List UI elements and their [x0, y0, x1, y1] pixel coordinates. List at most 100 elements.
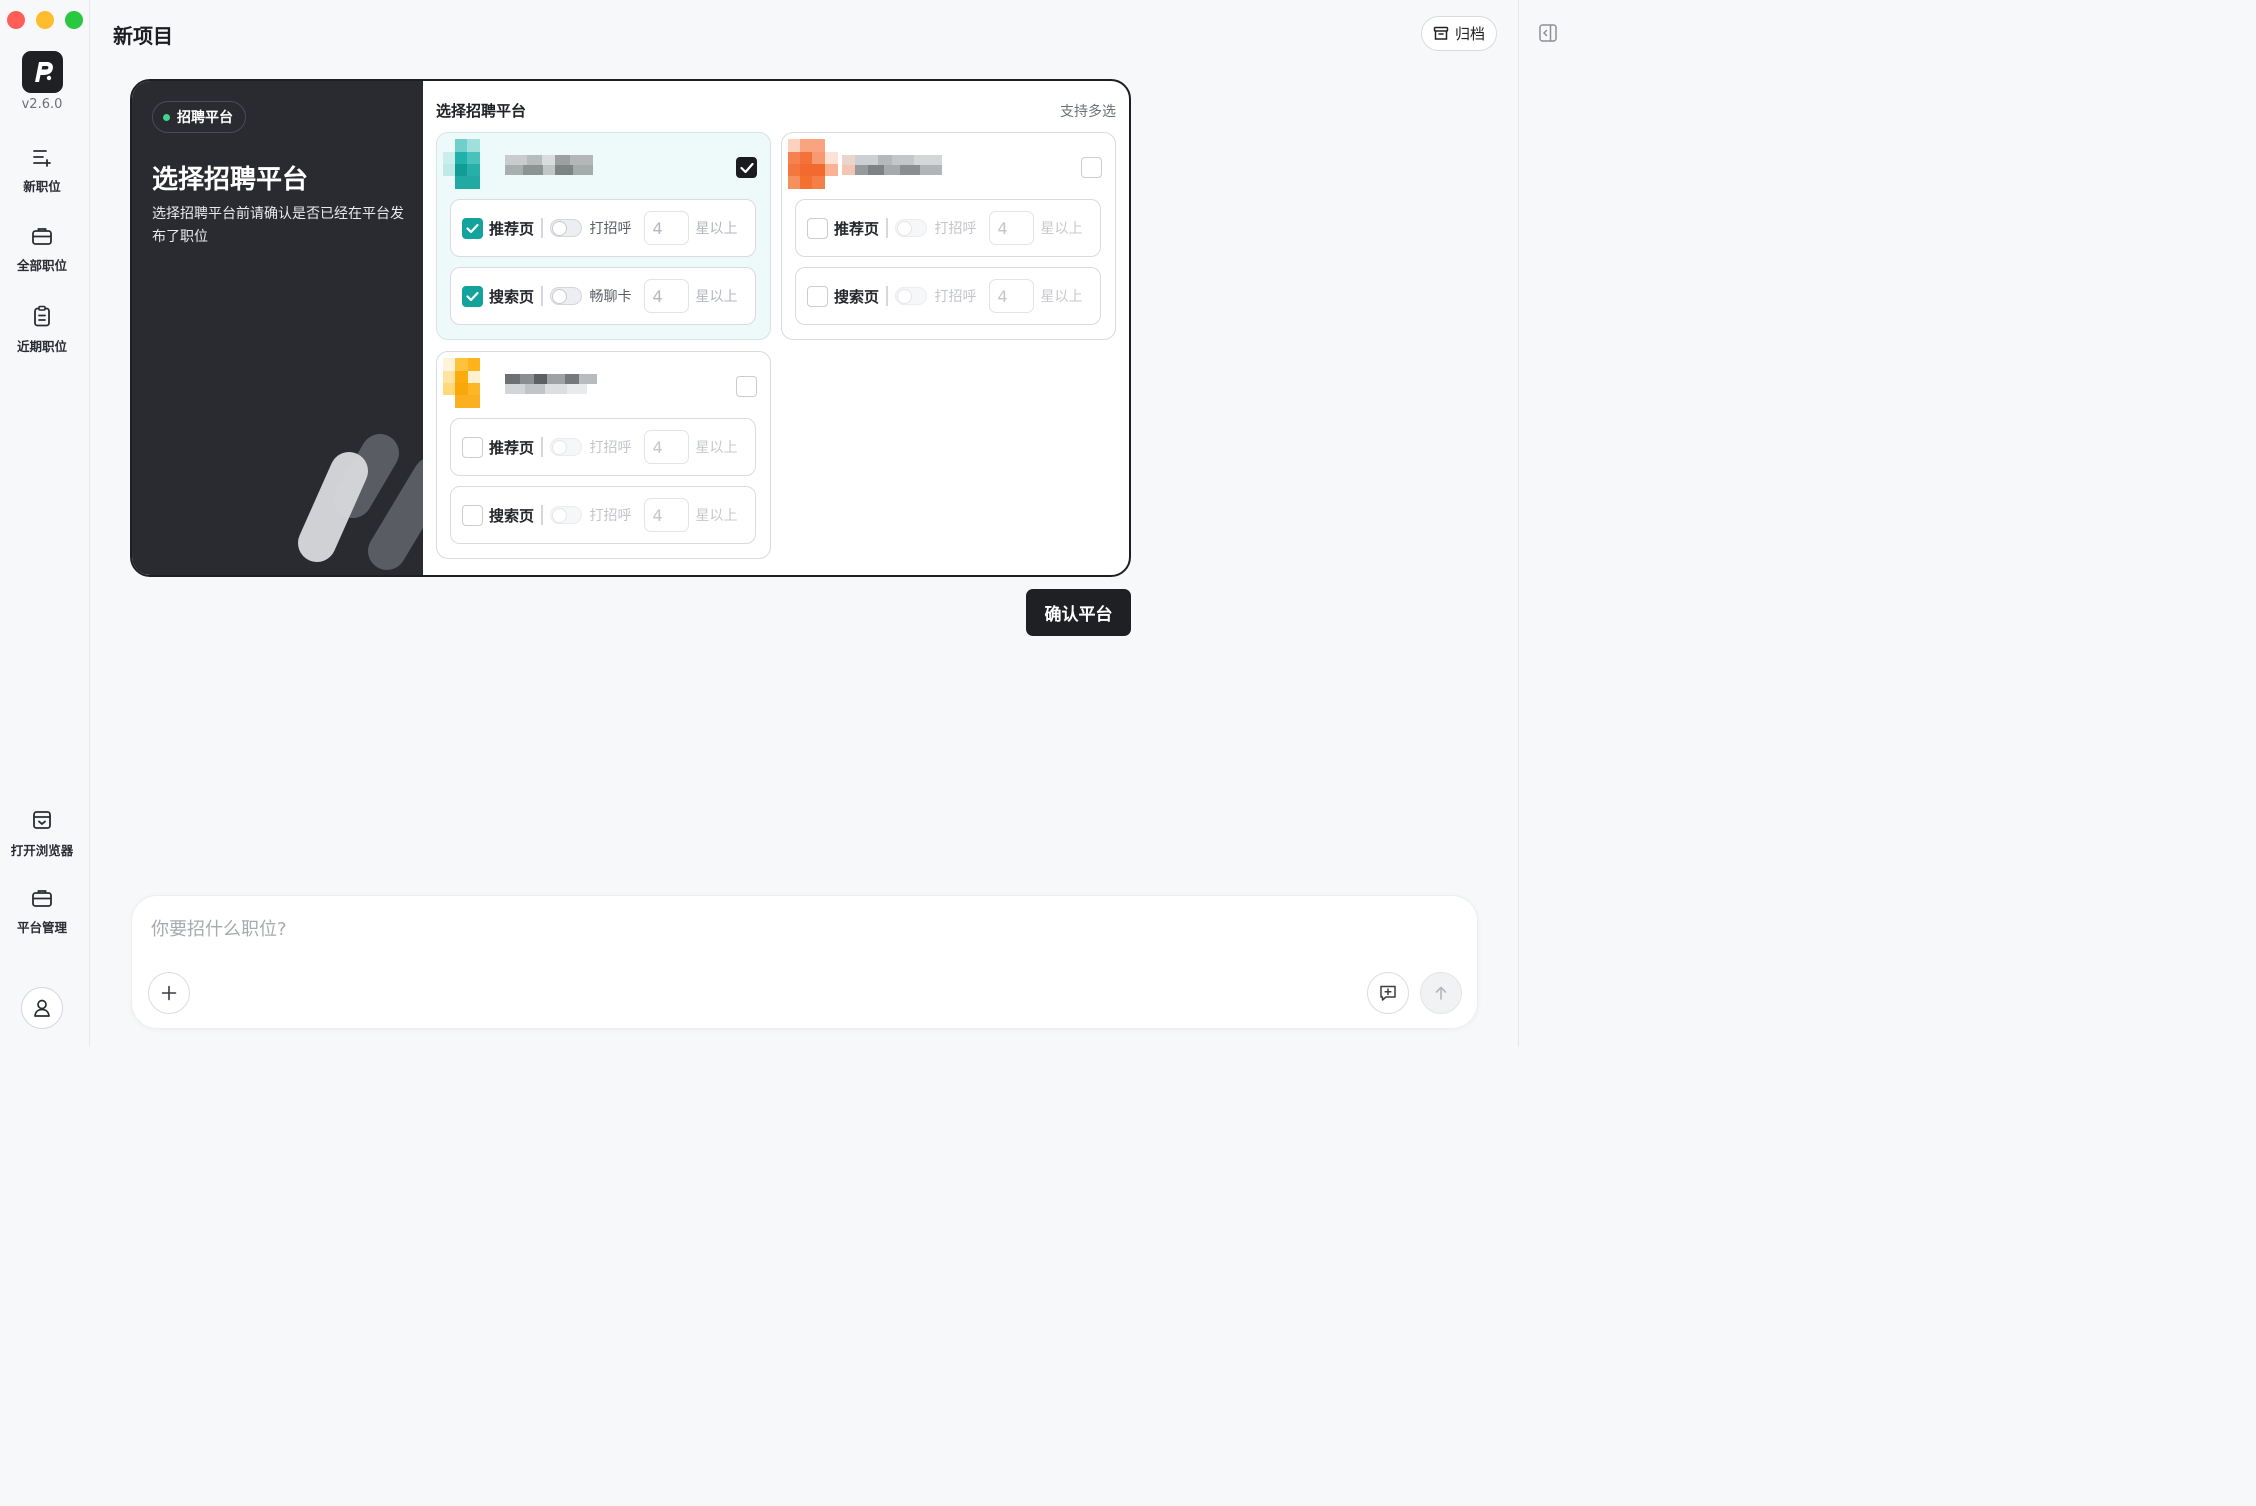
divider — [541, 437, 543, 457]
toggle-label: 打招呼 — [589, 440, 632, 456]
option-checkbox[interactable] — [807, 217, 828, 239]
star-suffix: 星以上 — [695, 289, 738, 305]
app-version: v2.6.0 — [21, 97, 63, 112]
option-label: 推荐页 — [489, 219, 535, 238]
platform-checkbox[interactable] — [736, 157, 757, 178]
star-threshold-input[interactable]: 4 — [988, 279, 1034, 313]
platform-logo — [443, 358, 493, 408]
checkmark-icon — [739, 162, 754, 173]
star-threshold-input[interactable]: 4 — [988, 211, 1034, 245]
star-threshold-input[interactable]: 4 — [643, 279, 689, 313]
multi-select-hint: 支持多选 — [1060, 104, 1116, 120]
platform-list-panel: 选择招聘平台 支持多选 推荐页 打招呼 4 星以上 搜索页 畅聊卡 4 星以上 … — [423, 81, 1129, 575]
archive-box-icon — [1433, 26, 1449, 40]
nav-all-positions[interactable]: 全部职位 — [0, 226, 84, 274]
star-threshold-input[interactable]: 4 — [643, 498, 689, 532]
greeting-toggle[interactable] — [894, 287, 927, 305]
divider — [541, 218, 543, 238]
toggle-label: 打招呼 — [934, 289, 977, 305]
option-checkbox[interactable] — [807, 285, 828, 307]
option-row: 搜索页 打招呼 4 星以上 — [450, 486, 756, 544]
confirm-platform-button[interactable]: 确认平台 — [1026, 589, 1131, 636]
toggle-label: 打招呼 — [934, 221, 977, 237]
greeting-toggle[interactable] — [549, 506, 582, 524]
clipboard-icon — [34, 305, 50, 327]
option-label: 搜索页 — [489, 287, 535, 306]
nav-recent-positions[interactable]: 近期职位 — [0, 305, 84, 355]
new-chat-button[interactable] — [1367, 972, 1409, 1014]
platform-selection-card: 招聘平台 选择招聘平台 选择招聘平台前请确认是否已经在平台发布了职位 选择招聘平… — [130, 79, 1131, 577]
greeting-toggle[interactable] — [894, 219, 927, 237]
close-window-button[interactable] — [7, 11, 25, 29]
option-checkbox[interactable] — [462, 504, 483, 526]
send-button[interactable] — [1420, 972, 1462, 1014]
platform-logo — [788, 139, 838, 189]
panel-toggle-button[interactable] — [1538, 23, 1558, 47]
star-suffix: 星以上 — [695, 440, 738, 456]
divider — [886, 218, 888, 238]
divider — [886, 286, 888, 306]
platform-logo — [443, 139, 493, 189]
star-threshold-input[interactable]: 4 — [643, 211, 689, 245]
star-suffix: 星以上 — [1040, 289, 1083, 305]
list-add-icon — [33, 150, 51, 167]
platform-card[interactable]: 推荐页 打招呼 4 星以上 搜索页 打招呼 4 星以上 — [436, 351, 771, 559]
platform-card[interactable]: 推荐页 打招呼 4 星以上 搜索页 畅聊卡 4 星以上 — [436, 132, 771, 340]
intro-panel: 招聘平台 选择招聘平台 选择招聘平台前请确认是否已经在平台发布了职位 — [132, 81, 423, 575]
chat-add-icon — [1380, 985, 1396, 1001]
option-label: 搜索页 — [489, 506, 535, 525]
platform-card[interactable]: 推荐页 打招呼 4 星以上 搜索页 打招呼 4 星以上 — [781, 132, 1116, 340]
star-suffix: 星以上 — [695, 221, 738, 237]
option-row: 推荐页 打招呼 4 星以上 — [450, 199, 756, 257]
chat-input[interactable]: 你要招什么职位? — [151, 915, 287, 941]
archive-button[interactable]: 归档 — [1421, 16, 1497, 51]
sidebar: v2.6.0 新职位 全部职位 近期职位 打开浏览器 平台管理 — [0, 0, 90, 1047]
nav-platform-management[interactable]: 平台管理 — [0, 888, 84, 936]
option-checkbox[interactable] — [462, 285, 483, 307]
divider — [541, 286, 543, 306]
platform-name-blurred — [505, 372, 597, 396]
option-label: 推荐页 — [834, 219, 880, 238]
checkmark-icon — [466, 223, 479, 233]
chat-card-toggle[interactable] — [549, 287, 582, 305]
option-row: 搜索页 打招呼 4 星以上 — [795, 267, 1101, 325]
browser-window-icon — [33, 811, 51, 829]
archive-label: 归档 — [1454, 25, 1485, 43]
briefcase-icon — [32, 890, 52, 907]
arrow-up-icon — [1435, 986, 1447, 1000]
toggle-label: 打招呼 — [589, 221, 632, 237]
greeting-toggle[interactable] — [549, 219, 582, 237]
option-row: 推荐页 打招呼 4 星以上 — [450, 418, 756, 476]
star-suffix: 星以上 — [695, 508, 738, 524]
greeting-toggle[interactable] — [549, 438, 582, 456]
nav-label: 近期职位 — [16, 339, 67, 354]
nav-new-position[interactable]: 新职位 — [0, 147, 84, 195]
nav-label: 打开浏览器 — [10, 843, 74, 858]
chat-input-box: 你要招什么职位? — [131, 895, 1478, 1029]
maximize-window-button[interactable] — [65, 11, 83, 29]
star-threshold-input[interactable]: 4 — [643, 430, 689, 464]
option-checkbox[interactable] — [462, 217, 483, 239]
toggle-label: 打招呼 — [589, 508, 632, 524]
option-row: 推荐页 打招呼 4 星以上 — [795, 199, 1101, 257]
option-label: 推荐页 — [489, 438, 535, 457]
add-attachment-button[interactable] — [148, 972, 190, 1014]
nav-label: 平台管理 — [16, 920, 67, 935]
user-avatar-button[interactable] — [21, 987, 63, 1029]
toggle-label: 畅聊卡 — [589, 289, 632, 305]
checkmark-icon — [466, 291, 479, 301]
option-checkbox[interactable] — [462, 436, 483, 458]
sidebar-collapse-icon — [1539, 24, 1557, 42]
minimize-window-button[interactable] — [36, 11, 54, 29]
nav-label: 全部职位 — [16, 258, 67, 273]
option-row: 搜索页 畅聊卡 4 星以上 — [450, 267, 756, 325]
window-controls — [7, 11, 83, 29]
user-icon — [34, 999, 50, 1017]
nav-open-browser[interactable]: 打开浏览器 — [0, 809, 84, 859]
briefcase-icon — [32, 228, 52, 245]
platform-checkbox[interactable] — [1081, 157, 1102, 178]
platform-checkbox[interactable] — [736, 376, 757, 397]
right-panel-divider — [1518, 0, 1519, 1047]
platform-name-blurred — [505, 153, 595, 177]
nav-label: 新职位 — [23, 179, 61, 194]
